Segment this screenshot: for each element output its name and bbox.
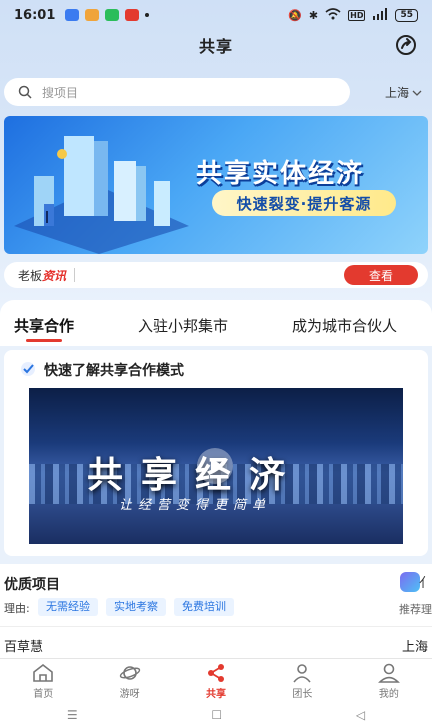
- nav-explore-label: 游呀: [119, 689, 140, 700]
- news-label: 老板: [18, 268, 43, 283]
- app-notification-icon: [125, 9, 140, 21]
- search-input[interactable]: 搜项目: [4, 78, 350, 106]
- tab-bar: 共享合作 入驻小邦集市 成为城市合伙人: [0, 300, 432, 346]
- nav-home-label: 首页: [33, 689, 54, 700]
- nav-home[interactable]: 首页: [0, 659, 86, 704]
- status-bar: 16:01 🔕 ✱ HD 55: [0, 0, 432, 30]
- page-title: 共享: [198, 37, 233, 56]
- search-icon: [18, 85, 32, 99]
- app-notification-icon: [65, 9, 80, 21]
- nav-mine-label: 我的: [378, 689, 399, 700]
- home-icon: [33, 663, 54, 682]
- divider: [74, 268, 76, 282]
- video-card: 快速了解共享合作模式 共享经济 让经营变得更简单: [4, 350, 428, 556]
- share-arrow-icon[interactable]: [394, 33, 418, 57]
- play-icon[interactable]: [197, 448, 233, 484]
- project-logo-text: 亻: [418, 576, 432, 591]
- nav-leader[interactable]: 团长: [259, 659, 345, 704]
- city-selector[interactable]: 上海: [385, 84, 422, 101]
- news-bar: 老板 资讯 查看: [4, 262, 428, 288]
- news-highlight: 资讯: [42, 268, 67, 283]
- tag-no-experience: 无需经验: [38, 598, 98, 616]
- battery-indicator: 55: [395, 8, 418, 22]
- hd-badge: HD: [348, 9, 366, 21]
- project-city: 上海: [401, 640, 428, 655]
- search-placeholder: 搜项目: [42, 85, 79, 100]
- app-notification-icon: [105, 9, 120, 21]
- city-label: 上海: [385, 86, 410, 100]
- check-badge-icon: [21, 362, 35, 376]
- nav-explore[interactable]: 游呀: [86, 659, 172, 704]
- notification-icons: [65, 9, 140, 21]
- projects-heading: 优质项目: [4, 577, 60, 593]
- share-icon: [208, 664, 225, 682]
- project-name[interactable]: 百草慧: [4, 636, 43, 655]
- view-news-button[interactable]: 查看: [344, 265, 418, 285]
- nav-share-label: 共享: [206, 689, 227, 700]
- intro-video[interactable]: 共享经济 让经营变得更简单: [29, 388, 403, 544]
- banner-headline: 共享实体经济: [196, 159, 365, 189]
- more-notifications-dot: [145, 13, 150, 17]
- nav-share[interactable]: 共享: [173, 659, 259, 704]
- user-icon: [377, 663, 400, 683]
- tag-free-training: 免费培训: [174, 598, 234, 616]
- chevron-down-icon: [412, 90, 422, 96]
- video-subtitle: 让经营变得更简单: [119, 498, 272, 513]
- bottom-nav: 首页 游呀 共享 团长 我的: [0, 658, 432, 704]
- recommend-label: 推荐理: [399, 603, 432, 616]
- video-title: 共享经济: [87, 455, 304, 496]
- wifi-icon: [325, 7, 341, 23]
- project-logo-icon: [400, 572, 420, 592]
- banner-subline: 快速裂变·提升客源: [212, 190, 396, 216]
- tab-shared-cooperation[interactable]: 共享合作: [14, 315, 74, 342]
- bluetooth-icon: ✱: [308, 8, 319, 22]
- divider: [0, 626, 432, 627]
- video-card-title: 快速了解共享合作模式: [44, 363, 184, 379]
- reason-label: 理由:: [4, 602, 30, 615]
- signal-icon: [372, 7, 388, 23]
- tab-city-partner[interactable]: 成为城市合伙人: [292, 315, 397, 336]
- projects-section: 优质项目 亻 理由: 无需经验 实地考察 免费培训 推荐理 百草慧 上海: [0, 564, 432, 660]
- tag-site-visit: 实地考察: [106, 598, 166, 616]
- back-icon[interactable]: ◁: [356, 708, 365, 722]
- app-notification-icon: [85, 9, 100, 21]
- bell-mute-icon: 🔕: [288, 8, 302, 22]
- nav-leader-label: 团长: [292, 689, 313, 700]
- status-time: 16:01: [14, 7, 56, 23]
- promo-banner[interactable]: 共享实体经济 快速裂变·提升客源: [4, 116, 428, 254]
- nav-mine[interactable]: 我的: [346, 659, 432, 704]
- city-illustration: [14, 136, 189, 254]
- menu-icon[interactable]: ☰: [67, 708, 78, 722]
- leader-icon: [293, 664, 312, 683]
- planet-icon: [119, 666, 140, 680]
- status-right: 🔕 ✱ HD 55: [288, 7, 418, 23]
- home-button-icon[interactable]: ☐: [211, 708, 222, 722]
- title-bar: 共享: [0, 30, 432, 60]
- tab-join-market[interactable]: 入驻小邦集市: [138, 315, 228, 336]
- system-nav-bar: ☰ ☐ ◁: [0, 704, 432, 725]
